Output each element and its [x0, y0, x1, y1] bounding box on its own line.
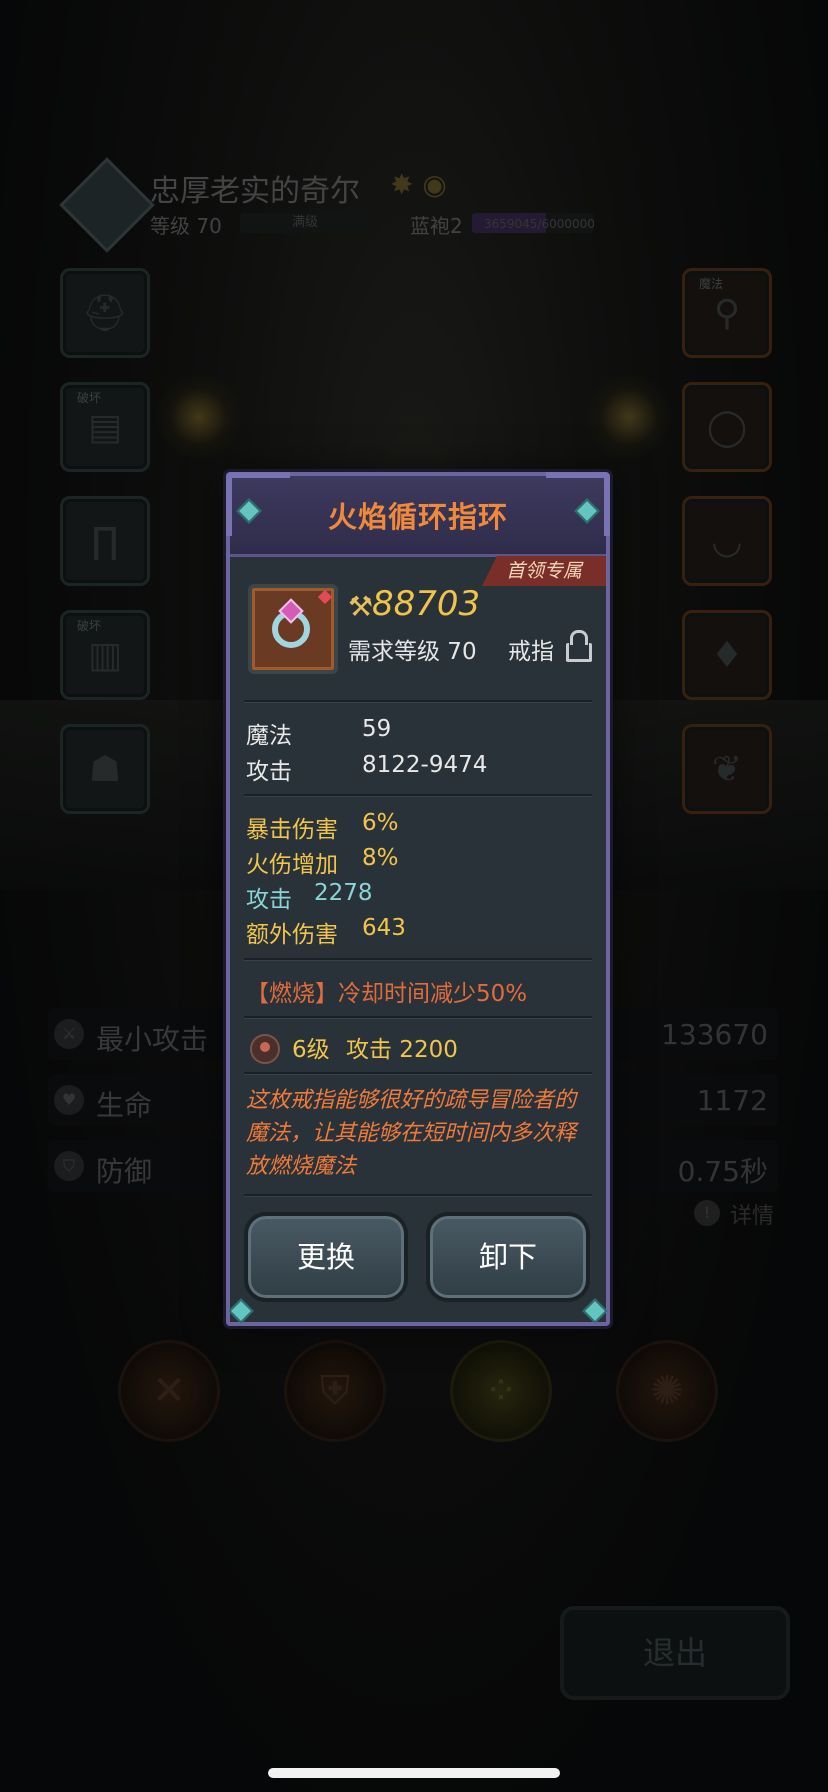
gem-ornament	[228, 1298, 254, 1324]
bonus-label: 火伤增加	[246, 852, 338, 878]
attr-row: 魔法 59	[246, 716, 391, 750]
attr-value: 8122-9474	[362, 752, 488, 778]
unequip-button[interactable]: 卸下	[426, 1212, 590, 1302]
boss-exclusive-badge: 首领专属	[482, 556, 606, 586]
attr-label: 魔法	[246, 723, 292, 749]
divider	[244, 1016, 592, 1018]
item-detail-dialog: 火焰循环指环 首领专属 ⚒ 88703 需求等级 70 戒指 魔法 59 攻击 81…	[226, 472, 610, 1326]
item-power: 88703	[372, 584, 481, 624]
bonus-value: 8%	[362, 845, 399, 871]
bonus-row: 火伤增加 8%	[246, 845, 399, 879]
divider	[244, 1194, 592, 1196]
attr-value: 59	[362, 716, 392, 742]
bonus-row: 暴击伤害 6%	[246, 810, 399, 844]
ring-icon	[248, 584, 338, 674]
item-title: 火焰循环指环	[327, 500, 508, 534]
item-description: 这枚戒指能够很好的疏导冒险者的魔法，让其能够在短时间内多次释放燃烧魔法	[246, 1088, 577, 1179]
item-slot-type: 戒指	[508, 639, 554, 665]
special-effect: 【燃烧】冷却时间减少50%	[246, 981, 528, 1007]
divider	[244, 958, 592, 960]
lock-icon[interactable]	[566, 630, 592, 662]
enhance-level: 6级	[292, 1037, 330, 1063]
bonus-value: 2278	[314, 880, 373, 906]
required-level: 需求等级 70	[348, 639, 477, 665]
enhance-bonus: 攻击 2200	[346, 1037, 458, 1063]
bonus-row: 攻击 2278	[246, 880, 373, 914]
divider	[244, 700, 592, 702]
sword-power-icon: ⚒	[348, 590, 374, 623]
divider	[244, 794, 592, 796]
replace-button[interactable]: 更换	[244, 1212, 408, 1302]
bonus-value: 6%	[362, 810, 399, 836]
attr-label: 攻击	[246, 759, 292, 785]
bonus-label: 额外伤害	[246, 922, 338, 948]
divider	[244, 1072, 592, 1074]
home-indicator[interactable]	[268, 1768, 560, 1778]
bonus-label: 攻击	[246, 887, 292, 913]
attr-row: 攻击 8122-9474	[246, 752, 487, 786]
bonus-label: 暴击伤害	[246, 817, 338, 843]
bonus-value: 643	[362, 915, 406, 941]
gem-ornament	[582, 1298, 608, 1324]
enhance-level-icon	[250, 1034, 280, 1064]
bonus-row: 额外伤害 643	[246, 915, 406, 949]
new-marker-icon	[317, 589, 333, 605]
